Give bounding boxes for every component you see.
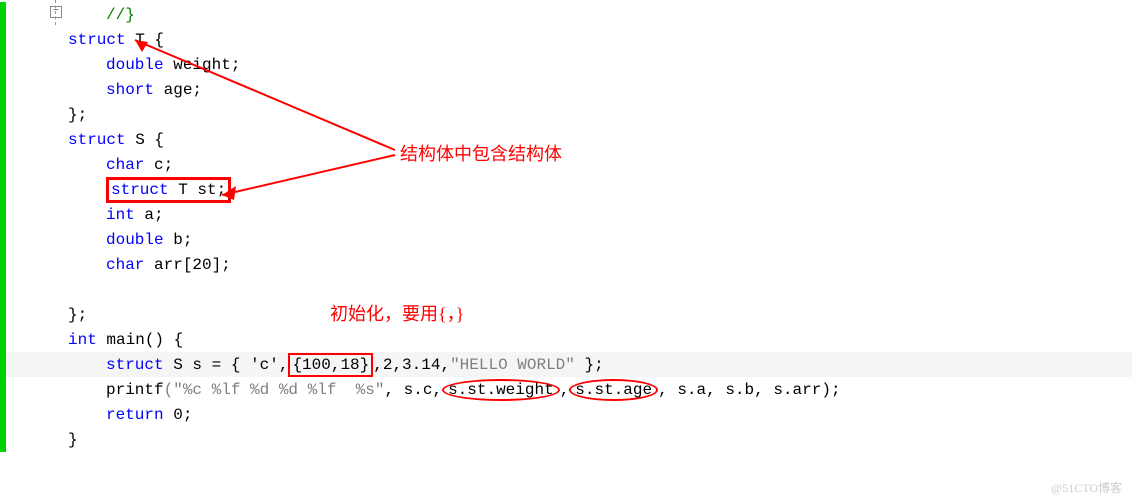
watermark-text: @51CTO博客 [1051, 479, 1122, 496]
arrow-lines [0, 0, 1132, 502]
annotation-init: 初始化，要用{，} [330, 300, 464, 326]
